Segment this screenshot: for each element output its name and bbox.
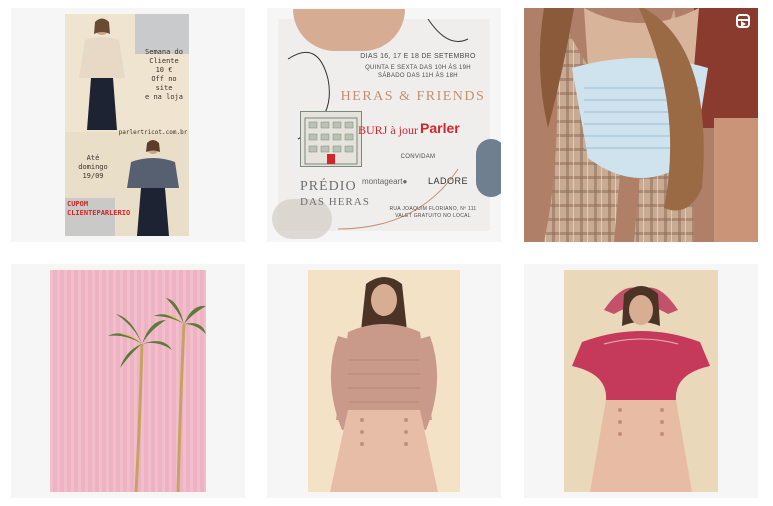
invitation-card: DIAS 16, 17 E 18 DE SETEMBRO QUINTA E SE… [272,9,501,239]
post-tile-5[interactable] [267,264,501,498]
event-hours-weekday: QUINTA E SEXTA DAS 10H ÀS 19H [365,65,471,71]
venue-valet: VALET GRATUITO NO LOCAL [395,213,471,219]
brand-montage: montageart● [362,177,408,186]
brand-burj: BURJ à jour [358,123,418,137]
model-photo [79,18,125,130]
brand-parler: Parler [420,120,460,136]
reel-thumbnail [524,8,758,242]
promo-line: Até [86,154,100,162]
venue-subtitle: DAS HERAS [300,196,370,208]
building-illustration [300,111,362,167]
promo-line: Cliente [149,57,179,65]
model-photo [564,270,718,492]
event-dates: DIAS 16, 17 E 18 DE SETEMBRO [360,53,476,60]
promo-line: Semana do [145,48,183,56]
post-tile-3[interactable] [524,8,758,242]
coupon-line: CLIENTEPARLERIO [67,209,131,217]
promo-line: domingo [78,163,108,171]
event-hours-saturday: SÁBADO DAS 11H ÀS 18H [378,73,458,79]
post-tile-2[interactable]: DIAS 16, 17 E 18 DE SETEMBRO QUINTA E SE… [267,8,501,242]
event-title: HERAS & FRIENDS [340,89,486,104]
promo-text: Semana do Cliente 10 € Off no site e na … [141,48,187,102]
post-tile-1[interactable]: Semana do Cliente 10 € Off no site e na … [11,8,245,242]
model-photo [127,140,179,236]
model-photo [308,270,460,492]
venue-title: PRÉDIO [300,179,357,194]
coupon-text: CUPOM CLIENTEPARLERIO [67,200,130,218]
convidam-text: CONVIDAM [400,154,436,160]
promo-line: e na loja [145,93,183,101]
site-url: parlertricot.com.br [118,129,188,136]
palm-trees-painting [108,298,206,492]
post-tile-6[interactable] [524,264,758,498]
coupon-line: CUPOM [67,200,89,208]
brand-ladore: LADORE [428,176,469,186]
reels-icon [736,14,750,28]
promo-deadline: Até domingo 19/09 [73,154,113,181]
promo-line: Off no site [151,75,177,92]
promo-line: 10 € [155,66,173,74]
post-tile-4[interactable] [11,264,245,498]
promo-line: 19/09 [82,172,104,180]
